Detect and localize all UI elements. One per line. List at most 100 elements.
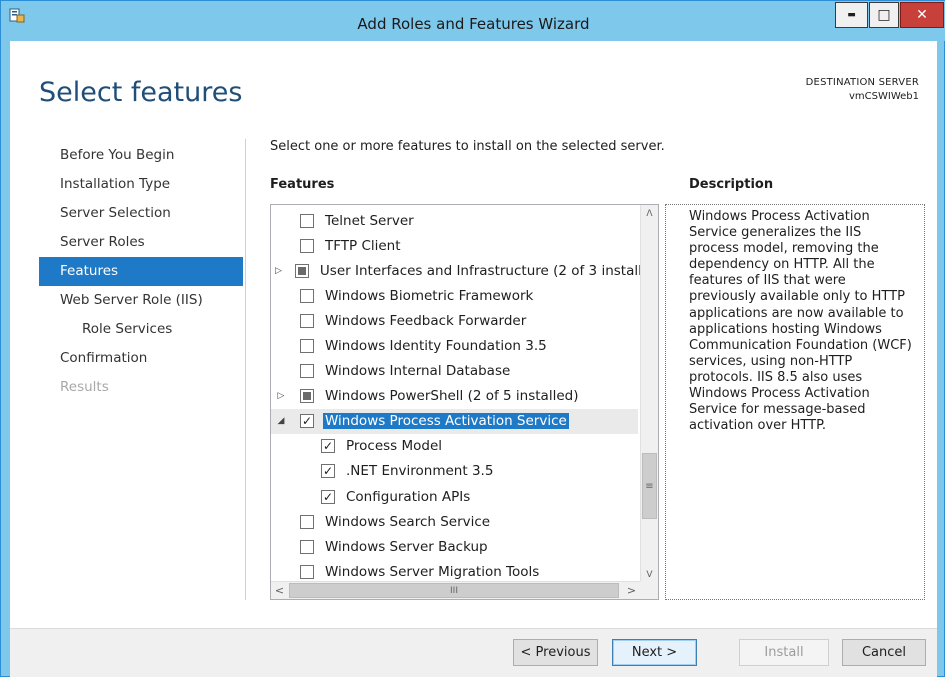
feature-checkbox[interactable] bbox=[300, 288, 314, 303]
feature-row[interactable]: TFTP Client bbox=[271, 233, 638, 258]
feature-row[interactable]: Windows Search Service bbox=[271, 509, 638, 534]
feature-checkbox[interactable] bbox=[294, 263, 309, 278]
wizard-nav: Before You Begin Installation Type Serve… bbox=[39, 141, 243, 402]
feature-checkbox[interactable] bbox=[300, 389, 314, 404]
feature-label[interactable]: Windows Internal Database bbox=[323, 363, 512, 379]
grip-icon: III bbox=[450, 585, 458, 596]
feature-label[interactable]: TFTP Client bbox=[323, 238, 403, 254]
feature-label[interactable]: Process Model bbox=[344, 438, 444, 454]
feature-checkbox[interactable] bbox=[300, 539, 314, 554]
destination-server-label: DESTINATION SERVER bbox=[805, 77, 919, 88]
feature-label[interactable]: Windows Process Activation Service bbox=[323, 413, 569, 430]
instruction-text: Select one or more features to install o… bbox=[270, 139, 665, 154]
nav-item-server-roles[interactable]: Server Roles bbox=[39, 228, 243, 257]
feature-label[interactable]: Windows PowerShell (2 of 5 installed) bbox=[323, 388, 580, 404]
nav-item-installation-type[interactable]: Installation Type bbox=[39, 170, 243, 199]
feature-label[interactable]: Windows Biometric Framework bbox=[323, 288, 535, 304]
scroll-left-icon[interactable]: < bbox=[271, 582, 288, 599]
feature-row[interactable]: ✓ .NET Environment 3.5 bbox=[271, 459, 638, 484]
expand-icon[interactable]: ▷ bbox=[275, 390, 287, 402]
features-tree[interactable]: Telnet Server TFTP Client ▷ User Interfaces… bbox=[270, 204, 659, 600]
nav-item-role-services[interactable]: Role Services bbox=[39, 315, 243, 344]
close-icon: ✕ bbox=[916, 7, 928, 23]
nav-item-confirmation[interactable]: Confirmation bbox=[39, 344, 243, 373]
window-title: Add Roles and Features Wizard bbox=[357, 15, 590, 33]
maximize-button[interactable]: □ bbox=[869, 2, 899, 28]
scroll-corner bbox=[640, 581, 658, 599]
nav-item-features[interactable]: Features bbox=[39, 257, 243, 286]
feature-checkbox[interactable] bbox=[300, 213, 314, 228]
expand-icon[interactable]: ▷ bbox=[275, 265, 282, 277]
feature-label[interactable]: .NET Environment 3.5 bbox=[344, 463, 495, 479]
feature-label[interactable]: Telnet Server bbox=[323, 213, 416, 229]
wizard-footer: < Previous Next > Install Cancel bbox=[10, 628, 937, 677]
feature-row[interactable]: ✓ Configuration APIs bbox=[271, 484, 638, 509]
feature-checkbox[interactable] bbox=[300, 564, 314, 579]
next-button[interactable]: Next > bbox=[612, 639, 697, 666]
feature-label[interactable]: Windows Search Service bbox=[323, 514, 492, 530]
install-button: Install bbox=[739, 639, 829, 666]
description-panel: Windows Process Activation Service gener… bbox=[665, 204, 925, 600]
description-heading: Description bbox=[689, 177, 774, 192]
feature-row[interactable]: Windows Server Backup bbox=[271, 534, 638, 559]
wizard-window: Add Roles and Features Wizard ▬ □ ✕ Sele… bbox=[0, 0, 945, 677]
feature-checkbox[interactable] bbox=[300, 364, 314, 379]
feature-row[interactable]: ✓ Process Model bbox=[271, 434, 638, 459]
feature-row[interactable]: ◢ ✓ Windows Process Activation Service bbox=[271, 408, 638, 434]
feature-checkbox[interactable]: ✓ bbox=[321, 489, 335, 504]
feature-checkbox[interactable] bbox=[300, 514, 314, 529]
feature-checkbox[interactable] bbox=[300, 238, 314, 253]
previous-button[interactable]: < Previous bbox=[513, 639, 598, 666]
features-tree-rows: Telnet Server TFTP Client ▷ User Interfaces… bbox=[271, 208, 658, 584]
feature-row[interactable]: ▷ User Interfaces and Infrastructure (2 o… bbox=[271, 258, 658, 283]
page-title: Select features bbox=[39, 77, 243, 108]
feature-row[interactable]: Telnet Server bbox=[271, 208, 638, 233]
feature-label[interactable]: Configuration APIs bbox=[344, 489, 472, 505]
features-heading: Features bbox=[270, 177, 335, 192]
collapse-icon[interactable]: ◢ bbox=[275, 415, 287, 427]
close-button[interactable]: ✕ bbox=[900, 2, 944, 28]
feature-label[interactable]: User Interfaces and Infrastructure (2 of… bbox=[318, 263, 658, 279]
horizontal-scrollbar[interactable]: < III > bbox=[271, 581, 640, 599]
maximize-icon: □ bbox=[877, 7, 891, 23]
wizard-content: Select features DESTINATION SERVER vmCSW… bbox=[10, 41, 937, 628]
feature-checkbox[interactable]: ✓ bbox=[321, 439, 335, 454]
horizontal-scroll-thumb[interactable]: III bbox=[289, 583, 619, 598]
feature-checkbox[interactable] bbox=[300, 313, 314, 328]
nav-item-web-server-role[interactable]: Web Server Role (IIS) bbox=[39, 286, 243, 315]
feature-checkbox[interactable]: ✓ bbox=[321, 464, 335, 479]
cancel-button[interactable]: Cancel bbox=[842, 639, 926, 666]
scroll-right-icon[interactable]: > bbox=[623, 582, 640, 599]
nav-divider bbox=[245, 139, 246, 600]
feature-label[interactable]: Windows Feedback Forwarder bbox=[323, 313, 528, 329]
feature-checkbox[interactable]: ✓ bbox=[300, 414, 314, 429]
grip-icon: ≡ bbox=[645, 480, 654, 492]
feature-row[interactable]: Windows Identity Foundation 3.5 bbox=[271, 333, 638, 358]
feature-label[interactable]: Windows Server Backup bbox=[323, 539, 490, 555]
minimize-button[interactable]: ▬ bbox=[835, 2, 868, 28]
feature-row[interactable]: Windows Internal Database bbox=[271, 359, 638, 384]
feature-row[interactable]: Windows Feedback Forwarder bbox=[271, 308, 638, 333]
nav-item-server-selection[interactable]: Server Selection bbox=[39, 199, 243, 228]
feature-checkbox[interactable] bbox=[300, 339, 314, 354]
destination-server-value: vmCSWIWeb1 bbox=[849, 91, 919, 102]
feature-label[interactable]: Windows Identity Foundation 3.5 bbox=[323, 338, 549, 354]
nav-item-results: Results bbox=[60, 379, 109, 395]
vertical-scroll-thumb[interactable]: ≡ bbox=[642, 453, 657, 519]
feature-row[interactable]: ▷ Windows PowerShell (2 of 5 installed) bbox=[271, 384, 638, 409]
title-bar[interactable]: Add Roles and Features Wizard ▬ □ ✕ bbox=[1, 1, 945, 41]
feature-row[interactable]: Windows Biometric Framework bbox=[271, 283, 638, 308]
feature-label[interactable]: Windows Server Migration Tools bbox=[323, 564, 541, 580]
scroll-up-icon[interactable]: ᐱ bbox=[641, 205, 658, 222]
nav-item-before-you-begin[interactable]: Before You Begin bbox=[39, 141, 243, 170]
vertical-scrollbar[interactable]: ᐱ ≡ ᐯ bbox=[640, 205, 658, 583]
